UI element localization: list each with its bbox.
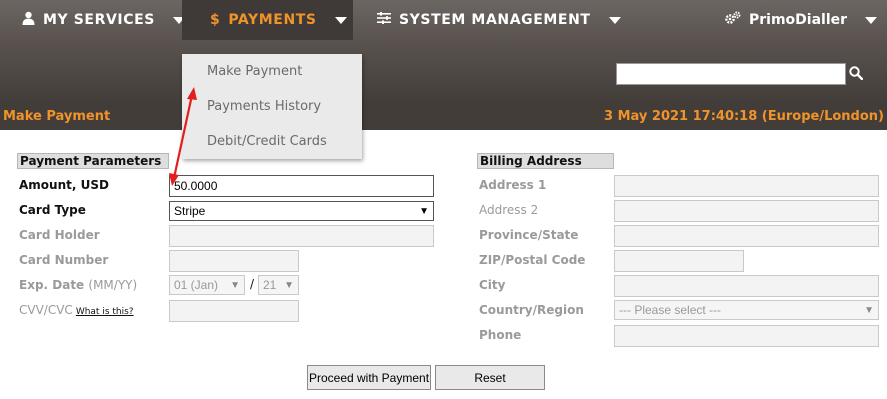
payment-parameters-header: Payment Parameters xyxy=(17,153,169,169)
main-nav: MY SERVICES $ PAYMENTS SYSTEM MANAGEMENT… xyxy=(0,0,887,40)
exp-month-select[interactable]: 01 (Jan) ▼ xyxy=(169,275,245,295)
reset-button[interactable]: Reset xyxy=(435,365,545,390)
nav-account-label: PrimoDialler xyxy=(749,12,848,28)
chevron-down-icon xyxy=(608,16,621,24)
gears-icon xyxy=(725,11,741,29)
card-type-value: Stripe xyxy=(174,204,206,218)
phone-field[interactable] xyxy=(614,325,879,347)
exp-date-label: Exp. Date (MM/YY) xyxy=(19,278,137,292)
search-icon[interactable] xyxy=(849,65,865,81)
nav-my-services[interactable]: MY SERVICES xyxy=(22,0,185,40)
chevron-down-icon: ▼ xyxy=(864,304,874,316)
card-holder-label: Card Holder xyxy=(19,228,100,242)
chevron-down-icon xyxy=(865,16,878,24)
card-holder-field[interactable] xyxy=(169,225,434,247)
annotation-arrow-icon xyxy=(169,87,197,186)
country-label: Country/Region xyxy=(479,303,584,317)
sliders-icon xyxy=(377,12,391,28)
province-label: Province/State xyxy=(479,228,579,242)
phone-label: Phone xyxy=(479,328,522,342)
chevron-down-icon xyxy=(334,16,347,24)
nav-my-services-label: MY SERVICES xyxy=(43,12,155,28)
zip-label: ZIP/Postal Code xyxy=(479,253,586,267)
amount-field[interactable] xyxy=(169,175,434,197)
cvv-label-text: CVV/CVC xyxy=(19,303,73,317)
exp-year-select[interactable]: 21 ▼ xyxy=(258,275,299,295)
nav-system-management[interactable]: SYSTEM MANAGEMENT xyxy=(377,0,621,40)
province-field[interactable] xyxy=(614,225,879,247)
menu-item-debit-credit-cards[interactable]: Debit/Credit Cards xyxy=(207,134,327,149)
card-number-label: Card Number xyxy=(19,253,109,267)
payments-dropdown-menu: Make Payment Payments History Debit/Cred… xyxy=(182,54,362,159)
chevron-down-icon: ▼ xyxy=(419,205,429,217)
proceed-with-payment-button[interactable]: Proceed with Payment xyxy=(307,365,431,390)
cvv-help-link[interactable]: What is this? xyxy=(76,307,134,317)
page-title: Make Payment xyxy=(3,109,111,124)
address2-label: Address 2 xyxy=(479,203,539,217)
billing-address-header: Billing Address xyxy=(477,153,614,169)
page-title-bar: Make Payment 3 May 2021 17:40:18 (Europe… xyxy=(0,103,887,130)
chevron-down-icon: ▼ xyxy=(284,279,294,291)
nav-system-management-label: SYSTEM MANAGEMENT xyxy=(399,12,591,28)
top-header: MY SERVICES $ PAYMENTS SYSTEM MANAGEMENT… xyxy=(0,0,887,103)
exp-date-format: (MM/YY) xyxy=(88,278,138,292)
country-select[interactable]: --- Please select --- ▼ xyxy=(614,300,879,320)
nav-payments[interactable]: $ PAYMENTS xyxy=(182,0,353,40)
exp-date-label-text: Exp. Date xyxy=(19,278,85,292)
nav-account[interactable]: PrimoDialler xyxy=(725,0,878,40)
datetime-display: 3 May 2021 17:40:18 (Europe/London) xyxy=(604,109,884,124)
card-number-field[interactable] xyxy=(169,250,299,272)
exp-year-value: 21 xyxy=(263,278,277,292)
amount-label: Amount, USD xyxy=(19,178,109,192)
cvv-field[interactable] xyxy=(169,300,299,322)
exp-month-value: 01 (Jan) xyxy=(174,278,219,292)
address2-field[interactable] xyxy=(614,200,879,222)
cvv-label: CVV/CVC What is this? xyxy=(19,303,134,317)
nav-payments-label: PAYMENTS xyxy=(228,12,317,28)
address1-field[interactable] xyxy=(614,175,879,197)
search-input[interactable] xyxy=(616,63,846,85)
card-type-select[interactable]: Stripe ▼ xyxy=(169,201,434,221)
city-label: City xyxy=(479,278,506,292)
menu-item-make-payment[interactable]: Make Payment xyxy=(207,64,302,79)
user-icon xyxy=(22,11,35,29)
card-type-label: Card Type xyxy=(19,203,86,217)
address1-label: Address 1 xyxy=(479,178,547,192)
dollar-icon: $ xyxy=(210,12,221,28)
country-placeholder: --- Please select --- xyxy=(619,303,722,317)
exp-separator: / xyxy=(250,277,255,291)
menu-item-payments-history[interactable]: Payments History xyxy=(207,99,321,114)
zip-field[interactable] xyxy=(614,250,744,272)
chevron-down-icon: ▼ xyxy=(230,279,240,291)
city-field[interactable] xyxy=(614,275,879,297)
